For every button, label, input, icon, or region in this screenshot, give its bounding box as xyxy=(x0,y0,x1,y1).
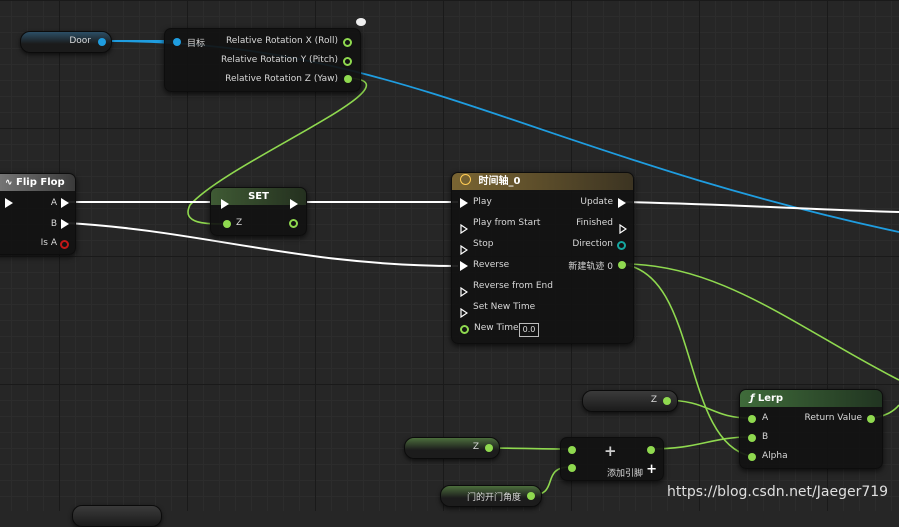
finished-pin[interactable] xyxy=(619,219,628,235)
update-label: Update xyxy=(580,197,613,207)
rot-x-label: Relative Rotation X (Roll) xyxy=(225,36,338,46)
add-pin-button[interactable]: + xyxy=(646,462,657,477)
add-input-2-pin[interactable] xyxy=(568,464,576,472)
door-angle-label: 门的开门角度 xyxy=(466,493,521,503)
z-var-1-pin[interactable] xyxy=(663,397,671,405)
reverse-pin[interactable] xyxy=(460,261,468,271)
watermark-text: https://blog.csdn.net/Jaeger719 xyxy=(667,484,889,500)
flipflop-a-pin[interactable] xyxy=(61,198,69,208)
z-var-2-pin[interactable] xyxy=(485,444,493,452)
add-node[interactable]: + 添加引脚 + xyxy=(560,437,664,481)
update-pin[interactable] xyxy=(618,198,626,208)
flipflop-node[interactable]: ∿ Flip Flop A B Is A xyxy=(0,173,76,255)
reverse-from-end-label: Reverse from End xyxy=(473,281,553,291)
lerp-a-label: A xyxy=(762,413,769,423)
flipflop-b-pin[interactable] xyxy=(61,219,69,229)
function-icon: ƒ xyxy=(750,393,755,404)
rot-z-label: Relative Rotation Z (Yaw) xyxy=(225,74,338,84)
set-exec-out[interactable] xyxy=(290,199,298,209)
reverse-label: Reverse xyxy=(473,260,510,270)
new-time-pin[interactable] xyxy=(460,325,469,334)
direction-label: Direction xyxy=(572,239,613,249)
direction-pin[interactable] xyxy=(617,241,626,250)
stop-pin[interactable] xyxy=(460,240,469,256)
add-output-pin[interactable] xyxy=(647,446,655,454)
target-label: 目标 xyxy=(187,39,206,49)
track-label: 新建轨迹 0 xyxy=(568,262,613,272)
door-label: Door xyxy=(69,36,91,46)
door-variable-node[interactable]: Door xyxy=(20,31,112,53)
lerp-b-pin[interactable] xyxy=(748,434,756,442)
add-input-1-pin[interactable] xyxy=(568,446,576,454)
reverse-from-end-pin[interactable] xyxy=(460,282,469,298)
timeline-node[interactable]: 时间轴_0 Play Play from Start Stop Reverse … xyxy=(451,172,634,344)
partial-node-bottom[interactable] xyxy=(72,505,162,527)
set-z-input-pin[interactable] xyxy=(223,220,231,228)
rot-y-pin[interactable] xyxy=(343,57,352,66)
lerp-title: Lerp xyxy=(757,393,784,404)
z-var-2-label: Z xyxy=(472,442,479,452)
timeline-title: 时间轴_0 xyxy=(478,176,521,187)
lerp-header: ƒ Lerp xyxy=(740,390,882,407)
z-variable-node-1[interactable]: Z xyxy=(582,390,678,412)
set-z-label: Z xyxy=(236,218,243,228)
flipflop-header: ∿ Flip Flop xyxy=(0,174,75,191)
lerp-a-pin[interactable] xyxy=(748,415,756,423)
lerp-return-label: Return Value xyxy=(804,413,862,423)
flipflop-icon: ∿ xyxy=(5,178,13,188)
flipflop-isa-label: Is A xyxy=(40,238,57,248)
z-var-1-label: Z xyxy=(650,395,657,405)
lerp-alpha-pin[interactable] xyxy=(748,453,756,461)
rot-y-label: Relative Rotation Y (Pitch) xyxy=(221,55,338,65)
flipflop-isa-pin[interactable] xyxy=(60,240,69,249)
flipflop-a-label: A xyxy=(50,198,57,208)
set-exec-in[interactable] xyxy=(221,199,229,209)
z-variable-node-2[interactable]: Z xyxy=(404,437,500,459)
new-time-input[interactable]: 0.0 xyxy=(519,323,539,337)
stop-label: Stop xyxy=(473,239,494,249)
set-new-time-label: Set New Time xyxy=(473,302,536,312)
new-time-label: New Time xyxy=(474,323,519,333)
comment-bubble-icon[interactable] xyxy=(356,18,366,26)
set-z-output-pin[interactable] xyxy=(289,219,298,228)
clock-icon xyxy=(460,174,471,185)
lerp-alpha-label: Alpha xyxy=(762,451,788,461)
door-output-pin[interactable] xyxy=(98,38,106,46)
rot-x-pin[interactable] xyxy=(343,38,352,47)
door-angle-variable-node[interactable]: 门的开门角度 xyxy=(440,485,542,507)
play-from-start-label: Play from Start xyxy=(473,218,541,228)
plus-icon: + xyxy=(604,442,617,460)
add-pin-label: 添加引脚 xyxy=(606,469,643,479)
play-from-start-pin[interactable] xyxy=(460,219,469,235)
lerp-return-pin[interactable] xyxy=(867,415,875,423)
set-node[interactable]: SET Z xyxy=(210,187,307,236)
flipflop-b-label: B xyxy=(50,219,57,229)
lerp-b-label: B xyxy=(762,432,769,442)
lerp-node[interactable]: ƒ Lerp A B Alpha Return Value xyxy=(739,389,883,469)
finished-label: Finished xyxy=(576,218,613,228)
flipflop-title: Flip Flop xyxy=(16,177,65,188)
play-label: Play xyxy=(473,197,492,207)
door-angle-pin[interactable] xyxy=(527,492,535,500)
set-title: SET xyxy=(248,191,269,202)
target-input-pin[interactable] xyxy=(173,38,181,46)
play-pin[interactable] xyxy=(460,198,468,208)
timeline-header: 时间轴_0 xyxy=(452,173,633,190)
flipflop-exec-in[interactable] xyxy=(5,198,13,208)
track-pin[interactable] xyxy=(618,261,626,269)
rot-z-pin[interactable] xyxy=(344,75,352,83)
rotation-break-node[interactable]: 目标 Relative Rotation X (Roll) Relative R… xyxy=(164,28,361,92)
set-new-time-pin[interactable] xyxy=(460,303,469,319)
